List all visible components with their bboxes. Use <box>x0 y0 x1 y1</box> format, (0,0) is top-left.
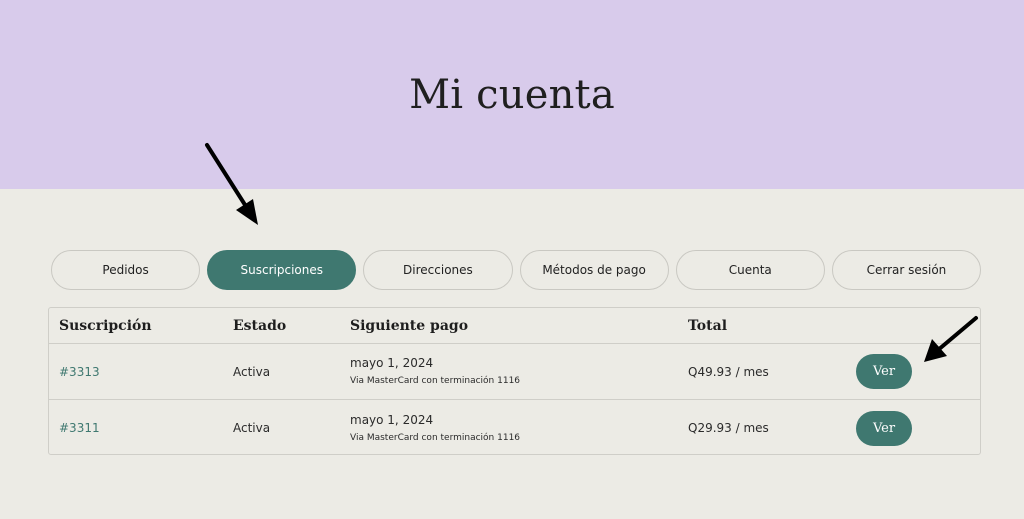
tab-direcciones[interactable]: Direcciones <box>363 250 513 290</box>
column-header-subscription: Suscripción <box>59 317 152 334</box>
tab-suscripciones[interactable]: Suscripciones <box>207 250 357 290</box>
subscription-link[interactable]: #3311 <box>59 421 100 435</box>
table-row: #3311 Activa mayo 1, 2024 Via MasterCard… <box>49 400 980 456</box>
action-cell: Ver <box>856 344 912 399</box>
subscriptions-table: Suscripción Estado Siguiente pago Total … <box>48 307 981 455</box>
view-button[interactable]: Ver <box>856 410 912 446</box>
next-payment-cell: mayo 1, 2024 Via MasterCard con terminac… <box>350 344 520 399</box>
arrow-pointer-icon <box>924 316 978 362</box>
page-header: Mi cuenta <box>0 0 1024 189</box>
column-header-next-payment: Siguiente pago <box>350 317 469 334</box>
table-row: #3313 Activa mayo 1, 2024 Via MasterCard… <box>49 344 980 400</box>
tab-metodos-de-pago[interactable]: Métodos de pago <box>519 250 669 290</box>
subscription-id-cell: #3313 <box>59 344 100 399</box>
subscription-link[interactable]: #3313 <box>59 365 100 379</box>
subscription-status: Activa <box>233 364 271 379</box>
tab-cuenta[interactable]: Cuenta <box>675 250 825 290</box>
column-header-total: Total <box>688 317 728 334</box>
subscription-status: Activa <box>233 421 271 435</box>
next-payment-cell: mayo 1, 2024 Via MasterCard con terminac… <box>350 400 520 456</box>
payment-method-text: Via MasterCard con terminación 1116 <box>350 376 521 386</box>
subscription-total: Q49.93 / mes <box>688 364 769 379</box>
column-header-status: Estado <box>233 317 287 334</box>
action-cell: Ver <box>856 400 912 456</box>
account-tabs: Pedidos Suscripciones Direcciones Método… <box>51 250 982 290</box>
subscription-total: Q29.93 / mes <box>688 421 769 435</box>
payment-method-text: Via MasterCard con terminación 1116 <box>350 432 521 443</box>
table-header-row: Suscripción Estado Siguiente pago Total <box>49 308 980 344</box>
arrow-pointer-icon <box>205 143 258 225</box>
next-payment-date: mayo 1, 2024 <box>350 356 434 370</box>
view-button[interactable]: Ver <box>856 354 912 389</box>
next-payment-date: mayo 1, 2024 <box>350 412 434 427</box>
tab-cerrar-sesion[interactable]: Cerrar sesión <box>831 250 982 290</box>
tab-pedidos[interactable]: Pedidos <box>51 250 201 290</box>
subscription-id-cell: #3311 <box>59 400 100 456</box>
page-title: Mi cuenta <box>409 71 615 118</box>
